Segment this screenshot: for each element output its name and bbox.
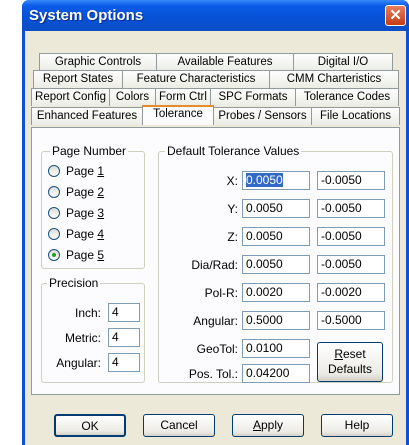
tab-row-4: Enhanced Features Tolerance Probes / Sen… (31, 105, 400, 125)
radio-page-4[interactable]: Page 4 (48, 226, 104, 242)
tolerance-tab-panel: Page Number Page 1 Page 2 Page 3 Page 4 (31, 127, 400, 395)
radio-page-2-label: Page 2 (66, 185, 105, 199)
radio-page-4-label: Page 4 (66, 227, 105, 241)
radio-button-icon[interactable] (48, 228, 60, 240)
pol-r-plus-input[interactable]: 0.0020 (242, 283, 310, 302)
y-label: Y: (227, 202, 238, 216)
tab-enhanced-features[interactable]: Enhanced Features (31, 107, 143, 125)
radio-button-icon[interactable] (48, 165, 60, 177)
angular-precision-input[interactable]: 4 (108, 353, 140, 372)
reset-defaults-button[interactable]: Reset Defaults (317, 342, 383, 382)
tab-colors[interactable]: Colors (109, 88, 156, 106)
tab-cmm-charteristics[interactable]: CMM Charteristics (269, 70, 399, 88)
radio-page-1-label: Page 1 (66, 164, 105, 178)
tab-row-3: Report Config Colors Form Ctrl SPC Forma… (31, 88, 399, 106)
inch-label: Inch: (74, 306, 101, 320)
tab-report-states[interactable]: Report States (33, 70, 123, 88)
tab-tolerance[interactable]: Tolerance (142, 105, 214, 125)
radio-page-3[interactable]: Page 3 (48, 205, 104, 221)
close-icon: ✕ (389, 7, 402, 24)
window-title: System Options (29, 7, 144, 24)
radio-page-3-label: Page 3 (66, 206, 105, 220)
pos-tol-input[interactable]: 0.04200 (242, 364, 310, 383)
geotol-input[interactable]: 0.0100 (242, 339, 310, 358)
tab-form-ctrl[interactable]: Form Ctrl (155, 88, 211, 106)
angular-tolerance-label: Angular: (193, 314, 238, 328)
z-label: Z: (227, 230, 238, 244)
y-plus-input[interactable]: 0.0050 (242, 199, 310, 218)
tab-row-2: Report States Feature Characteristics CM… (33, 70, 399, 88)
dia-rad-label: Dia/Rad: (191, 258, 238, 272)
precision-legend: Precision (47, 276, 101, 290)
z-plus-input[interactable]: 0.0050 (242, 227, 310, 246)
radio-button-icon[interactable] (48, 186, 60, 198)
apply-button[interactable]: Apply (232, 414, 304, 437)
x-plus-input[interactable]: 0.0050 (242, 171, 310, 190)
radio-page-1[interactable]: Page 1 (48, 163, 104, 179)
default-tolerance-group: Default Tolerance Values X: 0.0050 -0.00… (158, 144, 393, 383)
metric-precision-input[interactable]: 4 (108, 328, 140, 347)
tab-digital-io[interactable]: Digital I/O (293, 53, 393, 71)
tab-available-features[interactable]: Available Features (156, 53, 294, 71)
radio-page-5-label: Page 5 (66, 248, 105, 262)
inch-precision-input[interactable]: 4 (108, 303, 140, 322)
geotol-label: GeoTol: (196, 342, 238, 356)
angular-precision-label: Angular: (56, 356, 101, 370)
dia-rad-plus-input[interactable]: 0.0050 (242, 255, 310, 274)
cancel-button[interactable]: Cancel (143, 414, 215, 437)
tab-file-locations[interactable]: File Locations (311, 107, 400, 125)
page-number-legend: Page Number (50, 144, 129, 158)
tab-spc-formats[interactable]: SPC Formats (210, 88, 296, 106)
tab-probes-sensors[interactable]: Probes / Sensors (213, 107, 312, 125)
radio-button-icon[interactable] (48, 207, 60, 219)
default-tolerance-legend: Default Tolerance Values (165, 144, 302, 158)
radio-button-checked-icon[interactable] (48, 249, 60, 261)
close-button[interactable]: ✕ (385, 5, 406, 26)
tab-feature-characteristics[interactable]: Feature Characteristics (122, 70, 270, 88)
x-label: X: (226, 174, 238, 188)
radio-page-5[interactable]: Page 5 (48, 247, 104, 263)
help-button[interactable]: Help (321, 414, 393, 437)
z-minus-input[interactable]: -0.0050 (317, 227, 385, 246)
dia-rad-minus-input[interactable]: -0.0050 (317, 255, 385, 274)
pol-r-label: Pol-R: (204, 286, 238, 300)
y-minus-input[interactable]: -0.0050 (317, 199, 385, 218)
page-number-group: Page Number Page 1 Page 2 Page 3 Page 4 (41, 144, 145, 269)
pol-r-minus-input[interactable]: -0.0020 (317, 283, 385, 302)
x-minus-input[interactable]: -0.0050 (317, 171, 385, 190)
angular-plus-input[interactable]: 0.5000 (242, 311, 310, 330)
precision-group: Precision Inch: 4 Metric: 4 Angular: 4 (41, 276, 145, 383)
pos-tol-label: Pos. Tol.: (188, 367, 238, 381)
radio-page-2[interactable]: Page 2 (48, 184, 104, 200)
angular-minus-input[interactable]: -0.5000 (317, 311, 385, 330)
system-options-window: System Options ✕ Graphic Controls Availa… (22, 0, 409, 445)
title-bar[interactable]: System Options ✕ (22, 0, 409, 31)
tab-report-config[interactable]: Report Config (31, 88, 110, 106)
ok-button[interactable]: OK (54, 414, 126, 437)
tab-tolerance-codes[interactable]: Tolerance Codes (295, 88, 399, 106)
dialog-client-area: Graphic Controls Available Features Digi… (25, 31, 406, 445)
metric-label: Metric: (65, 331, 101, 345)
tab-graphic-controls[interactable]: Graphic Controls (39, 53, 157, 71)
tab-row-1: Graphic Controls Available Features Digi… (39, 53, 393, 71)
